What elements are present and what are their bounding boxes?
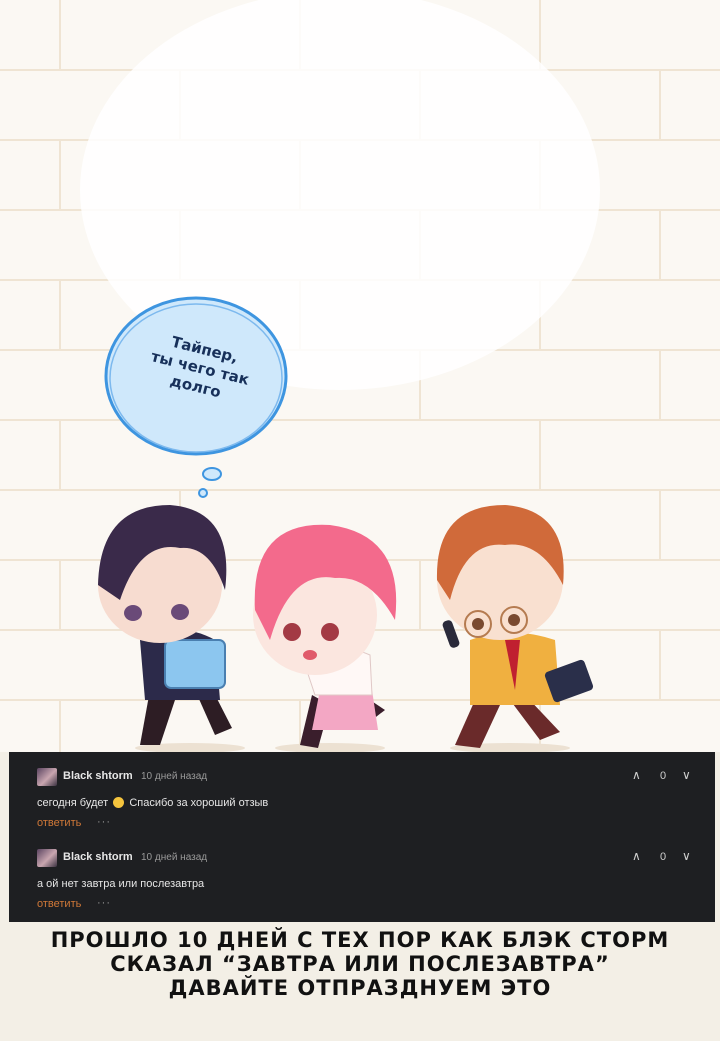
comment-item: Black shtorm 10 дней назад ∧ 0 ∨ а ой не…: [9, 847, 715, 910]
upvote-icon[interactable]: ∧: [632, 849, 641, 863]
reply-button[interactable]: ответить: [37, 817, 81, 829]
avatar[interactable]: [37, 849, 57, 867]
comment-header: Black shtorm 10 дней назад ∧ 0 ∨: [9, 847, 715, 869]
comment-time: 10 дней назад: [141, 852, 208, 863]
comment-text-part: сегодня будет: [37, 797, 109, 809]
vote-count: 0: [660, 851, 667, 863]
comment-time: 10 дней назад: [141, 771, 208, 782]
caption-line: ПРОШЛО 10 ДНЕЙ С ТЕХ ПОР КАК БЛЭК СТОРМ: [50, 928, 670, 952]
comment-item: Black shtorm 10 дней назад ∧ 0 ∨ сегодня…: [9, 766, 715, 829]
comment-author[interactable]: Black shtorm: [63, 851, 133, 863]
comment-text: сегодня будет Спасибо за хороший отзыв: [37, 797, 268, 809]
avatar[interactable]: [37, 768, 57, 786]
comments-section: Black shtorm 10 дней назад ∧ 0 ∨ сегодня…: [9, 752, 715, 922]
downvote-icon[interactable]: ∨: [682, 768, 691, 782]
character-pink-hair: [253, 524, 397, 752]
caption: ПРОШЛО 10 ДНЕЙ С ТЕХ ПОР КАК БЛЭК СТОРМ …: [0, 928, 720, 1000]
comment-header: Black shtorm 10 дней назад ∧ 0 ∨: [9, 766, 715, 788]
more-options-icon[interactable]: ···: [97, 816, 111, 828]
caption-line: ДАВАЙТЕ ОТПРАЗДНУЕМ ЭТО: [168, 976, 552, 1000]
comic-illustration: [0, 0, 720, 752]
comment-text-part: Спасибо за хороший отзыв: [129, 797, 269, 809]
comment-text: а ой нет завтра или послезавтра: [37, 878, 205, 890]
vote-count: 0: [660, 770, 667, 782]
character-dark-hair: [98, 505, 245, 752]
comment-author[interactable]: Black shtorm: [63, 770, 133, 782]
character-orange-hair: [436, 505, 594, 752]
comic-panel: Тайпер, ты чего так долго: [0, 0, 720, 752]
caption-line: СКАЗАЛ “ЗАВТРА ИЛИ ПОСЛЕЗАВТРА”: [110, 952, 610, 976]
smile-emoji-icon: [113, 797, 125, 808]
upvote-icon[interactable]: ∧: [632, 768, 641, 782]
downvote-icon[interactable]: ∨: [682, 849, 691, 863]
more-options-icon[interactable]: ···: [97, 897, 111, 909]
reply-button[interactable]: ответить: [37, 898, 81, 910]
